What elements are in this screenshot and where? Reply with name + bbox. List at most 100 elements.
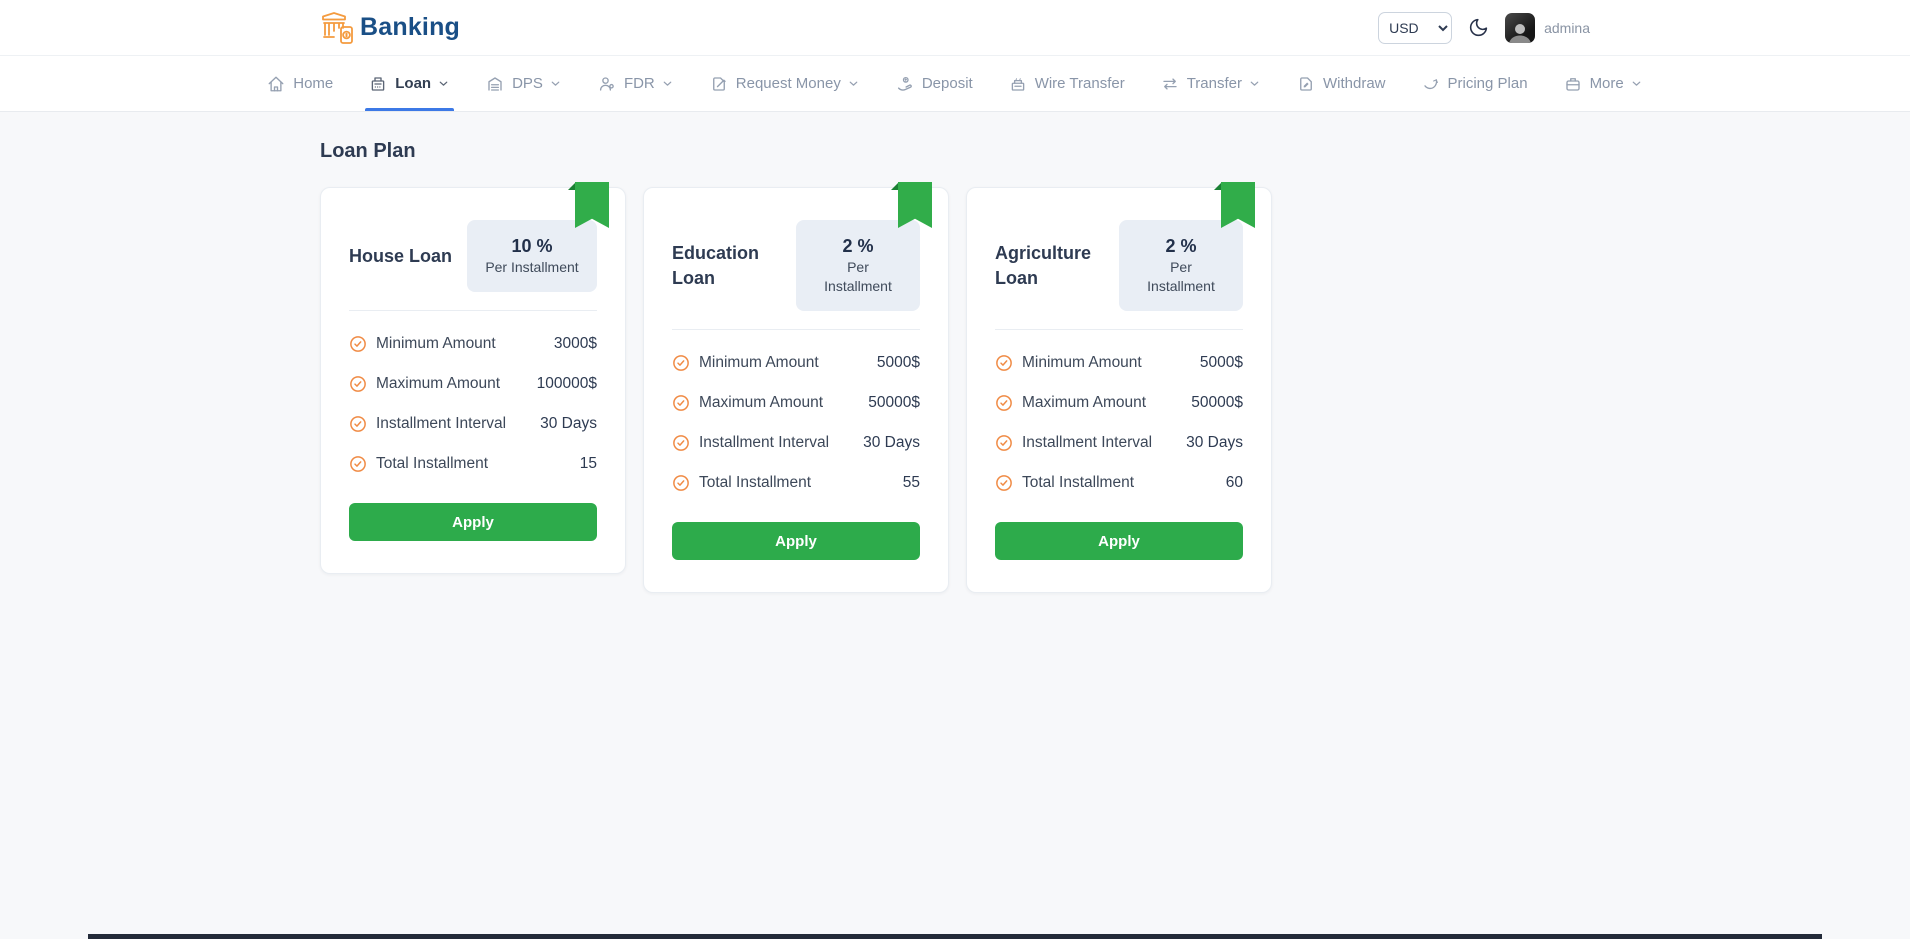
check-circle-icon [673,355,689,372]
apply-button[interactable]: Apply [672,522,920,561]
nav-item-wire-transfer[interactable]: Wire Transfer [1009,56,1125,111]
chevron-down-icon [661,77,674,90]
ribbon-fold [1214,182,1222,190]
loan-icon [369,75,387,93]
nav-label: FDR [623,75,655,92]
main-content: Loan Plan House Loan 10 % Per Installmen… [320,112,1590,594]
plan-name: House Loan [349,245,453,266]
deposit-icon [896,75,914,93]
chevron-down-icon [847,77,860,90]
nav-item-home[interactable]: Home [267,56,333,111]
feature-label: Total Installment [995,474,1134,492]
feature-value: 30 Days [863,434,920,452]
feature-value: 30 Days [1186,434,1243,452]
chevron-down-icon [1248,77,1261,90]
nav-label: Home [293,75,334,92]
brand-logo[interactable]: Banking [320,11,460,45]
feature-row: Total Installment 15 [349,455,597,473]
plan-card-education-loan: Education Loan 2 % Per Installment Minim… [643,182,949,594]
nav-label: Transfer [1186,75,1242,92]
feature-value: 30 Days [540,415,597,433]
rate-label: Per Installment [1147,259,1215,295]
check-circle-icon [996,435,1012,452]
check-circle-icon [673,435,689,452]
feature-value: 60 [1225,474,1243,492]
nav-label: DPS [512,75,543,92]
main-nav: Home Loan DPS FDR Request Money Deposit … [0,56,1910,112]
feature-row: Installment Interval 30 Days [995,434,1243,452]
brand-name: Banking [360,13,461,41]
nav-item-deposit[interactable]: Deposit [896,56,973,111]
check-circle-icon [350,456,366,473]
feature-label: Installment Interval [995,434,1152,452]
bank-logo-icon [320,11,356,45]
plan-name: Agriculture Loan [995,243,1092,288]
feature-value: 55 [902,474,920,492]
withdraw-icon [1297,75,1315,93]
feature-row: Minimum Amount 5000$ [672,354,920,372]
nav-item-loan[interactable]: Loan [365,56,454,111]
nav-item-pricing-plan[interactable]: Pricing Plan [1422,56,1528,111]
check-circle-icon [350,336,366,353]
pricing-plan-icon [1422,75,1440,93]
chevron-down-icon [437,77,450,90]
rate-badge: 2 % Per Installment [796,220,920,312]
currency-select[interactable]: USD [1378,11,1453,44]
feature-value: 3000$ [553,335,597,353]
nav-item-transfer[interactable]: Transfer [1161,56,1261,111]
check-circle-icon [996,475,1012,492]
rate-label: Per Installment [824,259,892,295]
username: admina [1544,19,1590,36]
nav-item-fdr[interactable]: FDR [598,56,674,111]
feature-row: Maximum Amount 50000$ [995,394,1243,412]
check-circle-icon [673,395,689,412]
plan-card-house-loan: House Loan 10 % Per Installment Minimum … [320,182,626,575]
feature-value: 50000$ [868,394,920,412]
loan-plan-cards: House Loan 10 % Per Installment Minimum … [320,182,1272,594]
nav-label: Pricing Plan [1447,75,1528,92]
nav-label: More [1589,75,1624,92]
avatar [1505,12,1536,43]
feature-value: 15 [579,455,597,473]
nav-label: Deposit [921,75,973,92]
nav-item-dps[interactable]: DPS [486,56,562,111]
check-circle-icon [350,376,366,393]
ribbon-fold [891,182,899,190]
feature-row: Maximum Amount 50000$ [672,394,920,412]
nav-label: Wire Transfer [1034,75,1125,92]
nav-item-request-money[interactable]: Request Money [710,56,860,111]
apply-button[interactable]: Apply [995,522,1243,561]
feature-label: Total Installment [349,455,488,473]
footer-bar [88,934,1822,939]
apply-button[interactable]: Apply [349,503,597,542]
nav-item-more[interactable]: More [1564,56,1643,111]
page-title: Loan Plan [320,140,416,162]
feature-row: Total Installment 60 [995,474,1243,492]
plan-card-agriculture-loan: Agriculture Loan 2 % Per Installment Min… [966,182,1272,594]
dps-icon [486,75,504,93]
fdr-icon [598,75,616,93]
feature-value: 100000$ [536,375,597,393]
feature-label: Total Installment [672,474,811,492]
feature-label: Maximum Amount [672,394,823,412]
rate-value: 2 % [842,236,874,256]
user-menu[interactable]: admina [1505,12,1590,43]
dark-mode-toggle[interactable] [1468,17,1489,38]
feature-label: Maximum Amount [349,375,500,393]
chevron-down-icon [549,77,562,90]
ribbon-fold [568,182,576,190]
feature-row: Maximum Amount 100000$ [349,375,597,393]
nav-item-withdraw[interactable]: Withdraw [1297,56,1386,111]
chevron-down-icon [1630,77,1643,90]
feature-label: Minimum Amount [995,354,1142,372]
moon-icon [1468,17,1489,38]
rate-label: Per Installment [485,259,579,276]
feature-row: Installment Interval 30 Days [672,434,920,452]
more-icon [1564,75,1582,93]
feature-value: 5000$ [1199,354,1243,372]
feature-label: Minimum Amount [672,354,819,372]
top-header: Banking USD admina [0,0,1910,56]
check-circle-icon [673,475,689,492]
feature-label: Installment Interval [349,415,506,433]
check-circle-icon [996,395,1012,412]
